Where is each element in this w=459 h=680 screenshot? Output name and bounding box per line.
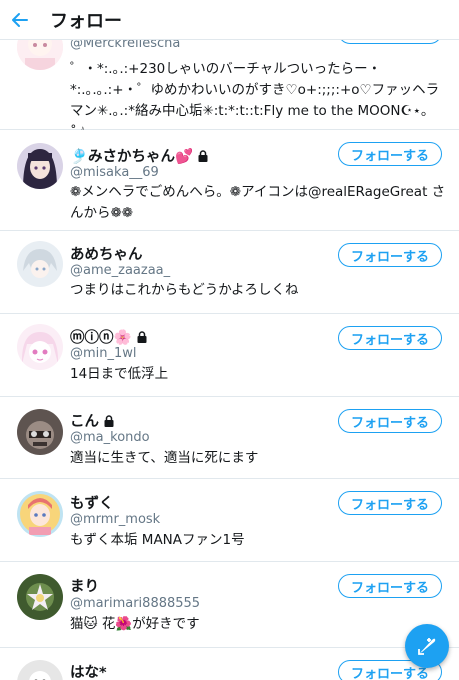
avatar[interactable] <box>17 660 63 680</box>
user-name: あめちゃん <box>70 247 143 263</box>
user-row[interactable]: まり @marimari8888555 猫🐱 花🌺が好きです フォローする <box>0 562 459 648</box>
follow-button[interactable]: フォローする <box>338 243 442 267</box>
user-name: こん <box>70 414 99 430</box>
user-handle: @marimari8888555 <box>70 596 201 611</box>
user-name-line: ⓜⓘⓝ🌸 <box>70 326 148 347</box>
avatar[interactable] <box>17 491 63 537</box>
lock-icon <box>136 330 148 343</box>
back-arrow-icon <box>12 12 28 27</box>
user-handle: @mrmr_mosk <box>70 512 161 527</box>
lock-icon <box>103 414 115 427</box>
compose-feather-icon <box>418 638 436 655</box>
user-bio: ❁メンヘラでごめんへら。❁アイコンは@realERageGreat さんから❁❁ <box>70 184 446 221</box>
user-bio: 適当に生きて、適当に死にます <box>70 450 259 466</box>
user-handle: @ma_kondo <box>70 430 150 445</box>
back-button[interactable] <box>0 0 40 40</box>
user-handle: @ame_zaazaa_ <box>70 263 171 278</box>
user-row[interactable]: はな* フォローする <box>0 648 459 680</box>
user-bio: もずく本垢 MANAファン1号 <box>70 532 245 548</box>
user-name-line: まり <box>70 575 99 596</box>
user-name: ⓜⓘⓝ🌸 <box>70 330 132 346</box>
user-name-line: こん <box>70 410 115 431</box>
follow-button[interactable]: フォローする <box>338 409 442 433</box>
avatar[interactable] <box>17 409 63 455</box>
user-bio: 14日まで低浮上 <box>70 366 169 382</box>
user-name-line: もずく <box>70 492 114 513</box>
follow-button[interactable]: フォローする <box>338 491 442 515</box>
user-name: もずく <box>70 496 114 512</box>
avatar[interactable] <box>17 574 63 620</box>
avatar[interactable] <box>17 143 63 189</box>
compose-button[interactable] <box>405 624 449 668</box>
user-name: まり <box>70 579 99 595</box>
page-title: フォロー <box>50 10 122 32</box>
user-name-line: はな* <box>70 661 107 680</box>
user-handle: @misaka__69 <box>70 165 159 180</box>
lock-icon <box>197 149 209 162</box>
user-name-line: あめちゃん <box>70 243 143 264</box>
follow-button[interactable]: フォローする <box>338 574 442 598</box>
user-name-line: 🎐みさかちゃん💕 <box>70 145 209 166</box>
user-name: はな* <box>70 665 107 680</box>
user-row[interactable]: 🎐みさかちゃん💕 @misaka__69 ❁メンヘラでごめんへら。❁アイコンは@… <box>0 130 459 231</box>
user-row[interactable]: あめちゃん @ame_zaazaa_ つまりはこれからもどうかよろしくね フォロ… <box>0 231 459 314</box>
user-row[interactable]: もずく @mrmr_mosk もずく本垢 MANAファン1号 フォローする <box>0 479 459 562</box>
user-bio: つまりはこれからもどうかよろしくね <box>70 282 299 298</box>
user-row[interactable]: こん @ma_kondo 適当に生きて、適当に死にます フォローする <box>0 397 459 479</box>
user-name: 🎐みさかちゃん💕 <box>70 149 194 165</box>
user-row[interactable]: @Merckreliescha ゜・*:.｡.:+230しゃいのバーチャルついっ… <box>0 20 459 140</box>
top-bar: フォロー <box>0 0 459 40</box>
avatar[interactable] <box>17 324 63 370</box>
user-handle: @min_1wl <box>70 346 137 361</box>
avatar[interactable] <box>17 241 63 287</box>
user-row[interactable]: ⓜⓘⓝ🌸 @min_1wl 14日まで低浮上 フォローする <box>0 314 459 397</box>
follow-button[interactable]: フォローする <box>338 326 442 350</box>
user-bio: 猫🐱 花🌺が好きです <box>70 616 200 632</box>
follow-button[interactable]: フォローする <box>338 142 442 166</box>
